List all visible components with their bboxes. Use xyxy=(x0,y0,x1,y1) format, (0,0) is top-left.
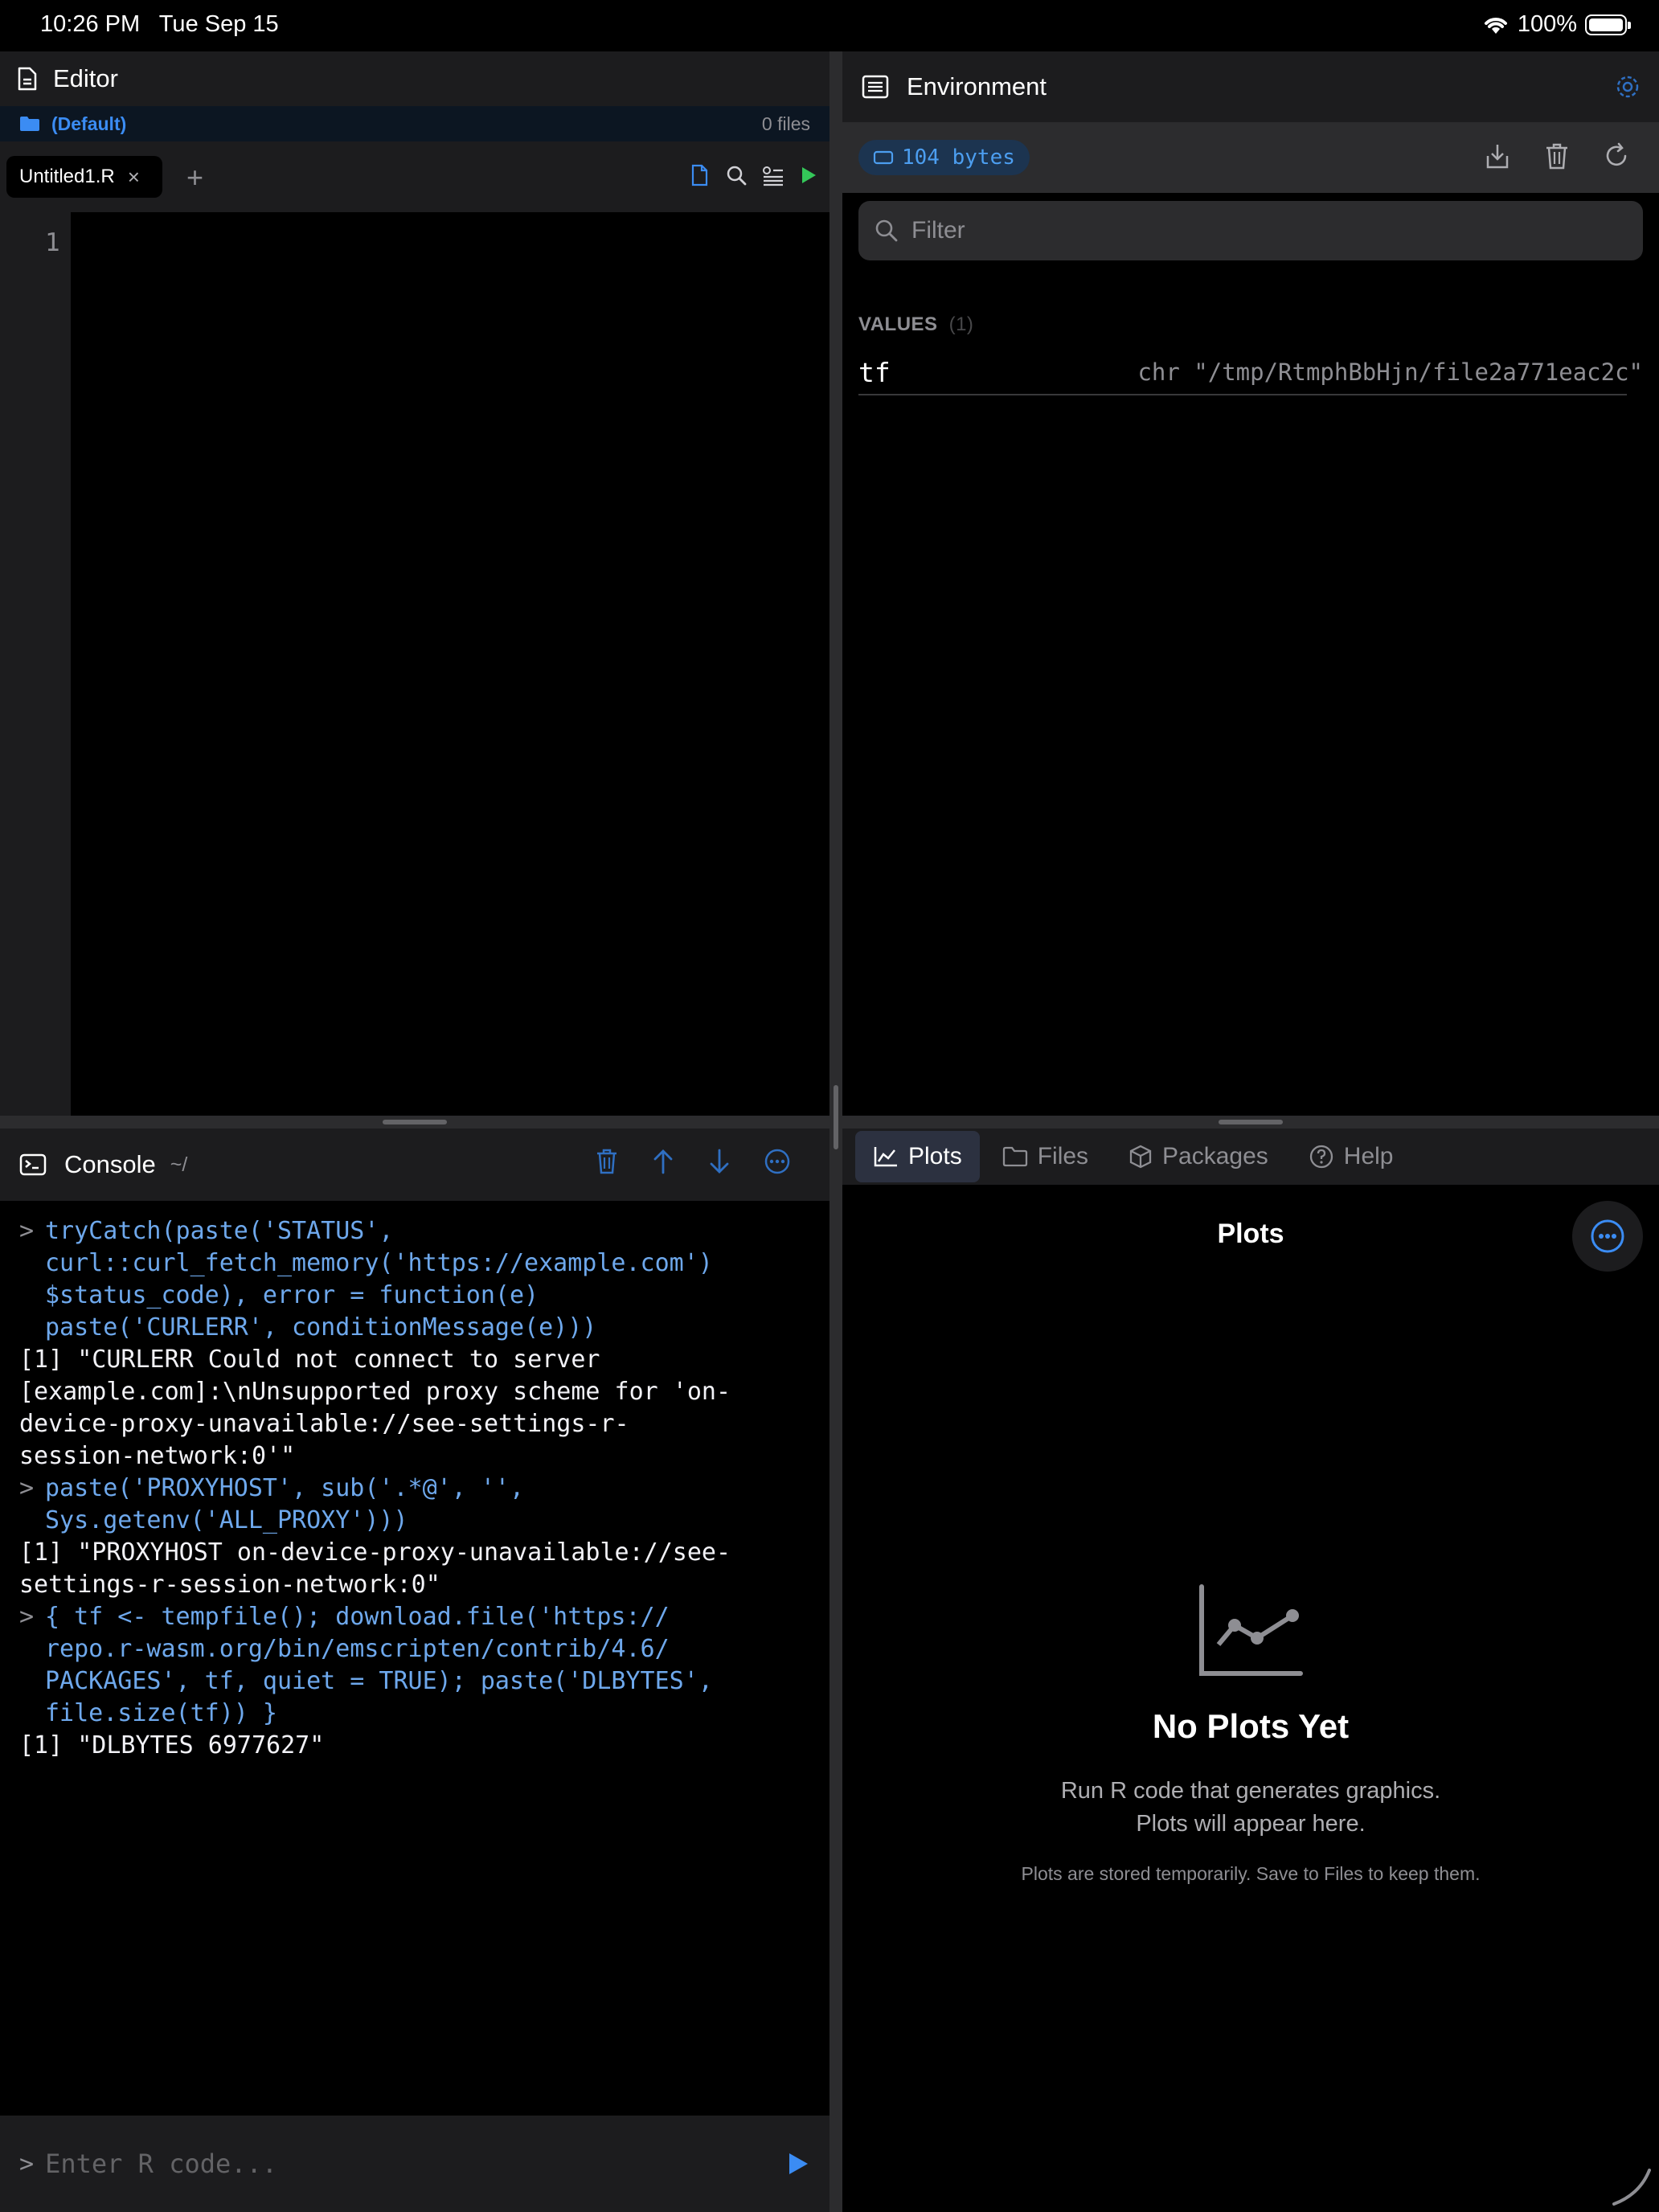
variable-value: chr "/tmp/RtmphBbHjn/file2a771eac2c" xyxy=(1137,358,1643,386)
empty-state-description: Run R code that generates graphics. Plot… xyxy=(842,1775,1659,1841)
empty-state-note: Plots are stored temporarily. Save to Fi… xyxy=(1021,1863,1481,1884)
memory-chip-icon xyxy=(873,150,894,165)
chart-line-icon xyxy=(874,1147,897,1167)
search-icon[interactable] xyxy=(725,164,748,186)
console-result: [1] "PROXYHOST on-device-proxy-unavailab… xyxy=(19,1538,731,1599)
environment-actions xyxy=(1484,141,1630,170)
settings-icon[interactable] xyxy=(1614,73,1641,100)
environment-title: Environment xyxy=(907,72,1047,100)
send-icon[interactable] xyxy=(786,2151,810,2177)
time-label: 10:26 PM xyxy=(40,11,141,37)
values-section-header: VALUES (1) xyxy=(858,313,973,336)
variable-name: tf xyxy=(858,356,891,388)
editor-toolbar xyxy=(690,164,818,186)
line-number: 1 xyxy=(45,228,60,257)
close-icon[interactable]: × xyxy=(128,165,140,190)
more-options-icon[interactable] xyxy=(764,1148,791,1175)
splitter-handle[interactable] xyxy=(383,1120,447,1124)
code-editor[interactable] xyxy=(71,212,830,1116)
editor-header: Editor xyxy=(0,51,830,106)
project-name: (Default) xyxy=(51,113,127,134)
tab-help[interactable]: Help xyxy=(1291,1131,1411,1182)
console-command: > tryCatch(paste('STATUS', curl::curl_fe… xyxy=(19,1215,810,1344)
empty-chart-icon xyxy=(1199,1584,1303,1676)
values-count: (1) xyxy=(948,313,974,335)
command-text: { tf <- tempfile(); download.file('https… xyxy=(45,1603,713,1727)
wifi-icon xyxy=(1484,17,1507,34)
pane-tab-bar: Plots Files Packages Help xyxy=(842,1129,1659,1185)
battery-icon xyxy=(1585,14,1631,35)
tab-label: Help xyxy=(1343,1143,1394,1169)
tab-label: Plots xyxy=(908,1143,962,1169)
terminal-icon xyxy=(19,1153,47,1176)
prompt-symbol: > xyxy=(19,1474,35,1502)
editor-console-splitter[interactable] xyxy=(0,1116,830,1129)
battery-percent: 100% xyxy=(1517,11,1577,37)
prompt-symbol: > xyxy=(19,1217,35,1245)
console-path: ~/ xyxy=(170,1153,188,1176)
command-text: paste('PROXYHOST', sub('.*@', '', Sys.ge… xyxy=(45,1474,525,1534)
empty-state-line: Plots will appear here. xyxy=(1136,1811,1366,1837)
tab-label: Untitled1.R xyxy=(19,166,115,187)
folder-icon xyxy=(20,117,39,131)
new-file-icon[interactable] xyxy=(690,164,711,186)
console-command: > paste('PROXYHOST', sub('.*@', '', Sys.… xyxy=(19,1473,810,1537)
refresh-icon[interactable] xyxy=(1603,141,1630,170)
list-icon xyxy=(862,75,889,99)
filter-field[interactable] xyxy=(858,201,1643,260)
console-result: [1] "CURLERR Could not connect to server… xyxy=(19,1346,731,1470)
command-text: tryCatch(paste('STATUS', curl::curl_fetc… xyxy=(45,1217,713,1342)
filter-input[interactable] xyxy=(911,217,1627,244)
tab-plots[interactable]: Plots xyxy=(855,1131,980,1182)
input-prompt: > xyxy=(19,2149,35,2178)
run-icon[interactable] xyxy=(799,165,818,186)
history-down-icon[interactable] xyxy=(707,1148,731,1175)
values-label: VALUES xyxy=(858,313,938,335)
prompt-symbol: > xyxy=(19,1603,35,1631)
document-icon xyxy=(18,67,37,91)
splitter-handle[interactable] xyxy=(1219,1120,1283,1124)
console-output: > tryCatch(paste('STATUS', curl::curl_fe… xyxy=(0,1201,830,1762)
console-command: > { tf <- tempfile(); download.file('htt… xyxy=(19,1601,810,1730)
tab-packages[interactable]: Packages xyxy=(1111,1131,1286,1182)
format-icon[interactable] xyxy=(762,164,784,186)
environment-header: Environment xyxy=(842,51,1659,122)
trash-icon[interactable] xyxy=(1543,141,1571,170)
divider-handle[interactable] xyxy=(834,1085,838,1149)
memory-size: 104 bytes xyxy=(902,145,1015,170)
variable-row[interactable]: tf chr "/tmp/RtmphBbHjn/file2a771eac2c" xyxy=(858,350,1643,395)
console-input[interactable] xyxy=(45,2149,786,2179)
console-toolbar xyxy=(595,1148,817,1175)
folder-icon xyxy=(1002,1146,1027,1167)
tab-untitled1[interactable]: Untitled1.R × xyxy=(6,156,162,198)
plots-more-button[interactable] xyxy=(1572,1201,1643,1272)
help-icon xyxy=(1309,1145,1333,1169)
environment-panes-splitter[interactable] xyxy=(842,1116,1659,1129)
more-options-icon xyxy=(1591,1219,1624,1253)
project-bar[interactable]: (Default) 0 files xyxy=(0,106,830,141)
line-gutter xyxy=(0,212,71,1116)
status-time: 10:26 PM Tue Sep 15 xyxy=(40,11,279,38)
trash-icon[interactable] xyxy=(595,1148,619,1175)
tab-label: Packages xyxy=(1162,1143,1268,1169)
plots-title: Plots xyxy=(1217,1219,1284,1249)
status-right: 100% xyxy=(1482,11,1631,38)
editor-title: Editor xyxy=(53,64,118,92)
import-icon[interactable] xyxy=(1484,141,1511,170)
empty-state-title: No Plots Yet xyxy=(1152,1707,1350,1745)
date-label: Tue Sep 15 xyxy=(158,11,279,37)
tab-files[interactable]: Files xyxy=(985,1131,1106,1182)
tab-label: Files xyxy=(1037,1143,1089,1169)
resize-corner-icon[interactable] xyxy=(1608,2162,1653,2207)
package-icon xyxy=(1129,1145,1152,1169)
search-icon xyxy=(875,219,898,242)
add-tab-button[interactable]: + xyxy=(186,161,203,195)
console-input-bar: > xyxy=(0,2116,830,2212)
file-count: 0 files xyxy=(761,113,810,134)
empty-state-line: Run R code that generates graphics. xyxy=(1060,1778,1441,1804)
console-title: Console xyxy=(64,1150,156,1178)
history-up-icon[interactable] xyxy=(651,1148,675,1175)
memory-badge: 104 bytes xyxy=(858,140,1030,175)
console-result: [1] "DLBYTES 6977627" xyxy=(19,1731,325,1759)
